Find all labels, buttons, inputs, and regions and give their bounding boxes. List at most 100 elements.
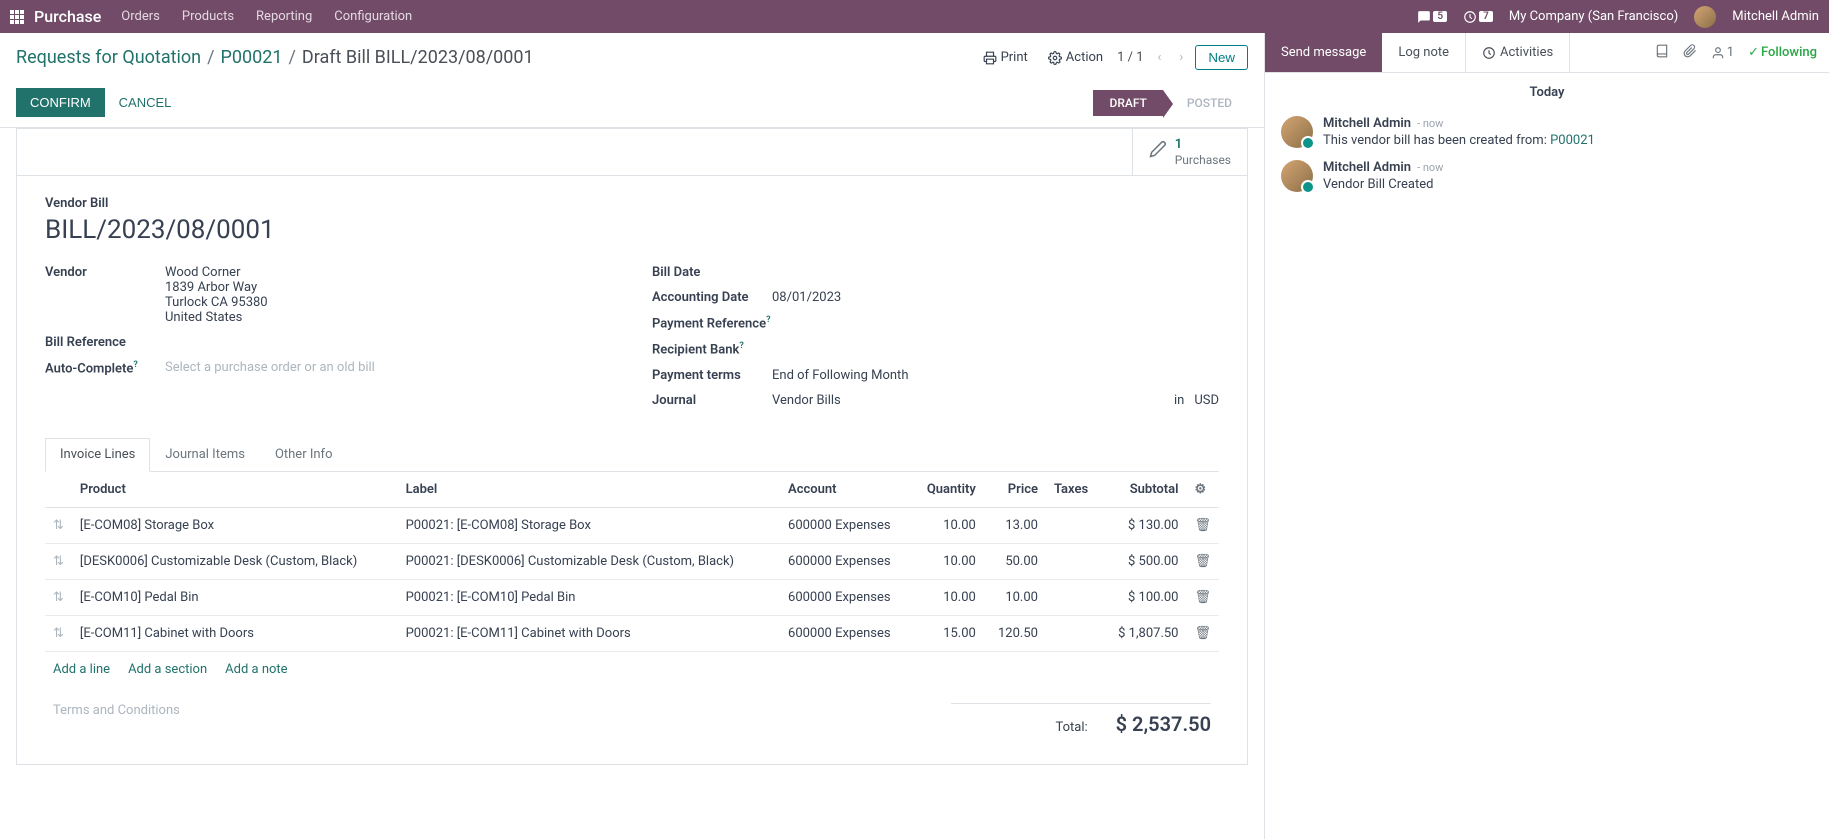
add-line[interactable]: Add a line bbox=[53, 662, 110, 677]
doc-title[interactable]: BILL/2023/08/0001 bbox=[45, 215, 1219, 245]
crumb-root[interactable]: Requests for Quotation bbox=[16, 47, 201, 68]
drag-handle-icon[interactable]: ⇅ bbox=[45, 543, 72, 579]
col-account[interactable]: Account bbox=[780, 472, 912, 508]
avatar[interactable] bbox=[1281, 160, 1313, 192]
cell-quantity[interactable]: 10.00 bbox=[912, 507, 984, 543]
table-row[interactable]: ⇅ [E-COM11] Cabinet with Doors P00021: [… bbox=[45, 615, 1219, 651]
msg-author[interactable]: Mitchell Admin bbox=[1323, 116, 1411, 131]
msg-author[interactable]: Mitchell Admin bbox=[1323, 160, 1411, 175]
pager-text[interactable]: 1 / 1 bbox=[1117, 50, 1143, 65]
total-amount: $ 2,537.50 bbox=[1116, 712, 1211, 736]
user-menu[interactable]: Mitchell Admin bbox=[1732, 9, 1819, 24]
cell-price[interactable]: 120.50 bbox=[984, 615, 1046, 651]
table-row[interactable]: ⇅ [DESK0006] Customizable Desk (Custom, … bbox=[45, 543, 1219, 579]
cell-account[interactable]: 600000 Expenses bbox=[780, 615, 912, 651]
cell-label[interactable]: P00021: [E-COM10] Pedal Bin bbox=[398, 579, 780, 615]
avatar[interactable] bbox=[1281, 116, 1313, 148]
delete-row-icon[interactable]: 🗑 bbox=[1186, 615, 1219, 651]
cell-price[interactable]: 50.00 bbox=[984, 543, 1046, 579]
terms-field[interactable]: Terms and Conditions bbox=[53, 703, 951, 736]
cell-account[interactable]: 600000 Expenses bbox=[780, 543, 912, 579]
messages-icon[interactable]: 5 bbox=[1417, 10, 1447, 24]
nav-configuration[interactable]: Configuration bbox=[334, 9, 412, 24]
auto-complete-field[interactable]: Select a purchase order or an old bill bbox=[165, 360, 612, 375]
delete-row-icon[interactable]: 🗑 bbox=[1186, 507, 1219, 543]
help-icon[interactable]: ? bbox=[133, 360, 137, 370]
cell-quantity[interactable]: 10.00 bbox=[912, 543, 984, 579]
pager-prev[interactable]: ‹ bbox=[1154, 50, 1166, 65]
col-product[interactable]: Product bbox=[72, 472, 398, 508]
delete-row-icon[interactable]: 🗑 bbox=[1186, 579, 1219, 615]
following-button[interactable]: ✓ Following bbox=[1748, 45, 1817, 60]
attachment-icon[interactable] bbox=[1683, 44, 1697, 62]
col-subtotal[interactable]: Subtotal bbox=[1102, 472, 1187, 508]
send-message-button[interactable]: Send message bbox=[1265, 33, 1382, 72]
tab-invoice-lines[interactable]: Invoice Lines bbox=[45, 438, 150, 472]
cell-quantity[interactable]: 10.00 bbox=[912, 579, 984, 615]
cell-taxes[interactable] bbox=[1046, 579, 1102, 615]
cell-label[interactable]: P00021: [E-COM11] Cabinet with Doors bbox=[398, 615, 780, 651]
tab-other-info[interactable]: Other Info bbox=[260, 438, 348, 471]
print-button[interactable]: Print bbox=[977, 46, 1034, 69]
company-switcher[interactable]: My Company (San Francisco) bbox=[1509, 9, 1678, 24]
delete-row-icon[interactable]: 🗑 bbox=[1186, 543, 1219, 579]
cell-quantity[interactable]: 15.00 bbox=[912, 615, 984, 651]
drag-handle-icon[interactable]: ⇅ bbox=[45, 615, 72, 651]
accounting-date-field[interactable]: 08/01/2023 bbox=[772, 290, 1219, 305]
help-icon[interactable]: ? bbox=[739, 341, 743, 351]
user-avatar[interactable] bbox=[1694, 6, 1716, 28]
col-taxes[interactable]: Taxes bbox=[1046, 472, 1102, 508]
cell-price[interactable]: 13.00 bbox=[984, 507, 1046, 543]
followers-button[interactable]: 1 bbox=[1711, 45, 1734, 60]
journal-field[interactable]: Vendor Bills in USD bbox=[772, 393, 1219, 408]
cell-label[interactable]: P00021: [E-COM08] Storage Box bbox=[398, 507, 780, 543]
drag-handle-icon[interactable]: ⇅ bbox=[45, 507, 72, 543]
help-icon[interactable]: ? bbox=[766, 315, 770, 325]
status-draft[interactable]: DRAFT bbox=[1093, 90, 1162, 116]
log-note-button[interactable]: Log note bbox=[1382, 33, 1465, 72]
cell-product[interactable]: [E-COM08] Storage Box bbox=[72, 507, 398, 543]
activities-icon[interactable]: 7 bbox=[1463, 10, 1493, 24]
cell-account[interactable]: 600000 Expenses bbox=[780, 507, 912, 543]
cancel-button[interactable]: CANCEL bbox=[105, 88, 186, 117]
apps-icon[interactable] bbox=[10, 10, 24, 24]
nav-orders[interactable]: Orders bbox=[121, 9, 160, 24]
journal-currency[interactable]: USD bbox=[1194, 393, 1219, 408]
chatter-pane: Send message Log note Activities 1 ✓ Fol… bbox=[1264, 33, 1829, 839]
tab-journal-items[interactable]: Journal Items bbox=[150, 438, 260, 471]
cell-taxes[interactable] bbox=[1046, 507, 1102, 543]
col-price[interactable]: Price bbox=[984, 472, 1046, 508]
col-quantity[interactable]: Quantity bbox=[912, 472, 984, 508]
table-row[interactable]: ⇅ [E-COM10] Pedal Bin P00021: [E-COM10] … bbox=[45, 579, 1219, 615]
purchases-stat-button[interactable]: 1 Purchases bbox=[1132, 129, 1247, 175]
cell-product[interactable]: [DESK0006] Customizable Desk (Custom, Bl… bbox=[72, 543, 398, 579]
add-section[interactable]: Add a section bbox=[128, 662, 207, 677]
table-row[interactable]: ⇅ [E-COM08] Storage Box P00021: [E-COM08… bbox=[45, 507, 1219, 543]
brand[interactable]: Purchase bbox=[34, 7, 101, 26]
cell-taxes[interactable] bbox=[1046, 615, 1102, 651]
new-button[interactable]: New bbox=[1195, 45, 1248, 70]
nav-reporting[interactable]: Reporting bbox=[256, 9, 312, 24]
action-button[interactable]: Action bbox=[1042, 46, 1109, 69]
status-posted[interactable]: POSTED bbox=[1163, 90, 1248, 116]
msg-link[interactable]: P00021 bbox=[1550, 133, 1595, 148]
nav-products[interactable]: Products bbox=[182, 9, 234, 24]
cell-product[interactable]: [E-COM10] Pedal Bin bbox=[72, 579, 398, 615]
cell-product[interactable]: [E-COM11] Cabinet with Doors bbox=[72, 615, 398, 651]
columns-settings-icon[interactable]: ⚙ bbox=[1194, 482, 1206, 497]
cell-taxes[interactable] bbox=[1046, 543, 1102, 579]
cell-price[interactable]: 10.00 bbox=[984, 579, 1046, 615]
book-icon[interactable] bbox=[1655, 44, 1669, 62]
stat-count: 1 bbox=[1175, 137, 1231, 153]
confirm-button[interactable]: CONFIRM bbox=[16, 88, 105, 117]
cell-account[interactable]: 600000 Expenses bbox=[780, 579, 912, 615]
activities-button[interactable]: Activities bbox=[1465, 33, 1570, 72]
vendor-field[interactable]: Wood Corner 1839 Arbor Way Turlock CA 95… bbox=[165, 265, 612, 325]
pager-next[interactable]: › bbox=[1175, 50, 1187, 65]
payment-terms-field[interactable]: End of Following Month bbox=[772, 368, 1219, 383]
crumb-parent[interactable]: P00021 bbox=[221, 47, 283, 68]
cell-label[interactable]: P00021: [DESK0006] Customizable Desk (Cu… bbox=[398, 543, 780, 579]
col-label[interactable]: Label bbox=[398, 472, 780, 508]
add-note[interactable]: Add a note bbox=[225, 662, 287, 677]
drag-handle-icon[interactable]: ⇅ bbox=[45, 579, 72, 615]
